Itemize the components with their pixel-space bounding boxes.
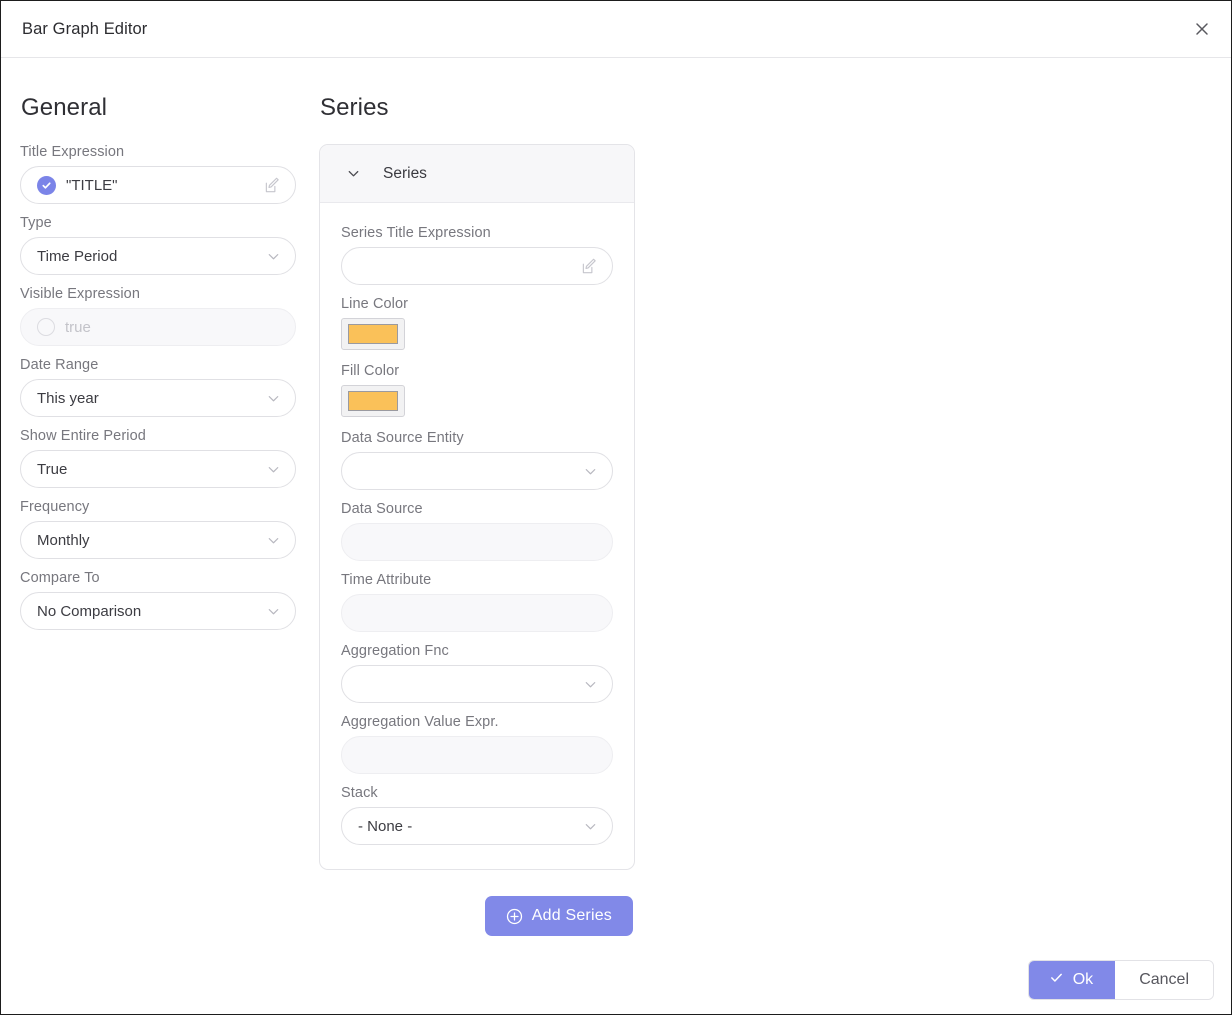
visible-expression-input: true	[20, 308, 296, 346]
field-aggregation-value-expr: Aggregation Value Expr.	[341, 714, 613, 774]
field-value: "TITLE"	[66, 176, 118, 194]
field-data-source-entity: Data Source Entity	[341, 430, 613, 490]
field-stack: Stack - None -	[341, 785, 613, 845]
fill-color-value	[348, 391, 398, 411]
field-label: Date Range	[20, 357, 99, 373]
field-value: No Comparison	[37, 602, 142, 620]
data-source-entity-select[interactable]	[341, 452, 613, 490]
time-attribute-input	[341, 594, 613, 632]
chevron-down-icon[interactable]	[346, 166, 361, 181]
series-panel-body: Series Title Expression Line Color Fill …	[320, 203, 634, 869]
series-panel-title: Series	[383, 164, 427, 182]
field-value: true	[65, 318, 91, 336]
field-data-source: Data Source	[341, 501, 613, 561]
expression-empty-icon	[37, 318, 55, 336]
field-fill-color: Fill Color	[341, 363, 613, 417]
dialog-title: Bar Graph Editor	[22, 19, 148, 38]
aggregation-fnc-select[interactable]	[341, 665, 613, 703]
dialog-body: General Title Expression "TITLE" Type Ti…	[1, 58, 1231, 958]
chevron-down-icon	[266, 462, 281, 477]
ok-label: Ok	[1072, 971, 1094, 988]
chevron-down-icon	[266, 391, 281, 406]
show-entire-period-select[interactable]: True	[20, 450, 296, 488]
field-visible-expression: Visible Expression true	[20, 286, 296, 346]
field-time-attribute: Time Attribute	[341, 572, 613, 632]
add-series-row: Add Series	[319, 896, 635, 936]
field-label: Fill Color	[341, 363, 400, 379]
ok-button[interactable]: Ok	[1028, 961, 1116, 999]
chevron-down-icon	[583, 464, 598, 479]
field-label: Time Attribute	[341, 572, 432, 588]
stack-select[interactable]: - None -	[341, 807, 613, 845]
expression-valid-icon	[37, 175, 56, 195]
chevron-down-icon	[583, 677, 598, 692]
type-select[interactable]: Time Period	[20, 237, 296, 275]
field-type: Type Time Period	[20, 215, 296, 275]
general-column: General Title Expression "TITLE" Type Ti…	[20, 94, 296, 641]
check-icon	[1049, 970, 1064, 990]
dialog-header: Bar Graph Editor	[1, 1, 1231, 58]
add-series-label: Add Series	[531, 907, 612, 924]
field-date-range: Date Range This year	[20, 357, 296, 417]
edit-pencil-icon[interactable]	[581, 258, 598, 275]
field-label: Data Source Entity	[341, 430, 464, 446]
chevron-down-icon	[266, 533, 281, 548]
fill-color-swatch[interactable]	[341, 385, 405, 417]
chevron-down-icon	[266, 249, 281, 264]
frequency-select[interactable]: Monthly	[20, 521, 296, 559]
compare-to-select[interactable]: No Comparison	[20, 592, 296, 630]
field-label: Line Color	[341, 296, 409, 312]
field-line-color: Line Color	[341, 296, 613, 350]
cancel-button[interactable]: Cancel	[1115, 961, 1213, 999]
footer-button-group: Ok Cancel	[1027, 960, 1214, 1000]
aggregation-value-expr-input	[341, 736, 613, 774]
field-value: Monthly	[37, 531, 90, 549]
add-series-button[interactable]: Add Series	[484, 896, 633, 936]
field-label: Stack	[341, 785, 378, 801]
date-range-select[interactable]: This year	[20, 379, 296, 417]
plus-circle-icon	[506, 908, 523, 925]
close-icon[interactable]	[1187, 14, 1217, 44]
field-label: Data Source	[341, 501, 423, 517]
field-label: Type	[20, 215, 52, 231]
field-label: Aggregation Fnc	[341, 643, 449, 659]
cancel-label: Cancel	[1139, 971, 1189, 988]
field-value: - None -	[358, 817, 413, 835]
line-color-swatch[interactable]	[341, 318, 405, 350]
field-label: Show Entire Period	[20, 428, 146, 444]
chevron-down-icon	[266, 604, 281, 619]
field-label: Visible Expression	[20, 286, 141, 302]
dialog-footer: Ok Cancel	[1027, 960, 1214, 1000]
series-panel-header[interactable]: Series	[320, 145, 634, 203]
field-label: Frequency	[20, 499, 90, 515]
field-value: Time Period	[37, 247, 118, 265]
field-label: Compare To	[20, 570, 100, 586]
field-label: Aggregation Value Expr.	[341, 714, 499, 730]
field-show-entire-period: Show Entire Period True	[20, 428, 296, 488]
general-heading: General	[21, 94, 108, 121]
line-color-value	[348, 324, 398, 344]
field-series-title-expression: Series Title Expression	[341, 225, 613, 285]
data-source-input	[341, 523, 613, 561]
field-aggregation-fnc: Aggregation Fnc	[341, 643, 613, 703]
field-label: Series Title Expression	[341, 225, 491, 241]
series-column: Series Series Series Title Expression Li…	[319, 94, 635, 936]
field-title-expression: Title Expression "TITLE"	[20, 144, 296, 204]
edit-pencil-icon[interactable]	[264, 177, 281, 194]
bar-graph-editor-dialog: Bar Graph Editor General Title Expressio…	[0, 0, 1232, 1015]
field-frequency: Frequency Monthly	[20, 499, 296, 559]
series-title-expression-input[interactable]	[341, 247, 613, 285]
field-compare-to: Compare To No Comparison	[20, 570, 296, 630]
title-expression-input[interactable]: "TITLE"	[20, 166, 296, 204]
series-panel: Series Series Title Expression Line Colo…	[319, 144, 635, 870]
field-label: Title Expression	[20, 144, 125, 160]
series-heading: Series	[320, 94, 389, 121]
field-value: This year	[37, 389, 99, 407]
chevron-down-icon	[583, 819, 598, 834]
field-value: True	[37, 460, 68, 478]
